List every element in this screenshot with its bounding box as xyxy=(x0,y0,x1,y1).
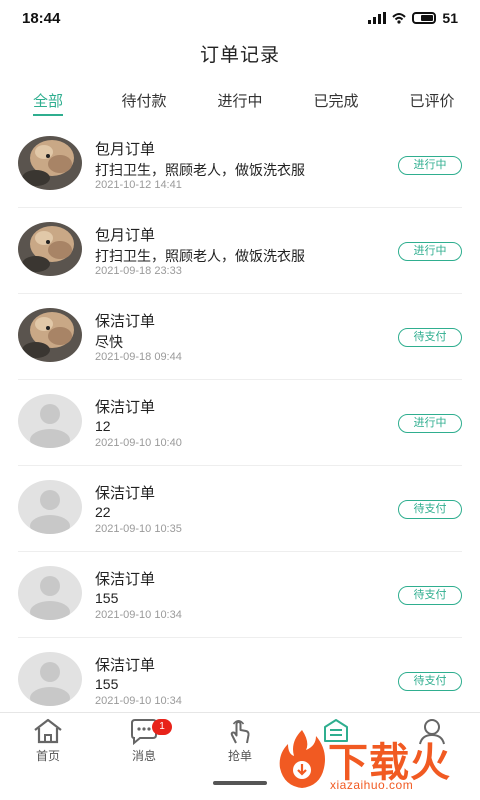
order-description: 打扫卫生，照顾老人，做饭洗衣服 xyxy=(95,248,305,264)
nav-messages[interactable]: 1 消息 xyxy=(114,717,174,764)
message-count-badge: 1 xyxy=(152,719,172,735)
tab-reviewed[interactable]: 已评价 xyxy=(392,90,472,111)
order-title: 保洁订单 xyxy=(95,571,156,588)
order-time: 2021-09-10 10:35 xyxy=(95,523,182,535)
order-title: 包月订单 xyxy=(95,227,156,244)
status-time: 18:44 xyxy=(22,10,61,27)
tab-completed[interactable]: 已完成 xyxy=(296,90,376,111)
order-avatar xyxy=(18,136,82,190)
status-badge[interactable]: 待支付 xyxy=(398,500,462,519)
order-title: 保洁订单 xyxy=(95,485,156,502)
watermark-subtext: xiazaihuo.com xyxy=(330,778,414,792)
order-row[interactable]: 保洁订单 155 2021-09-10 10:34 待支付 xyxy=(0,552,480,638)
order-description: 155 xyxy=(95,590,119,606)
order-title: 保洁订单 xyxy=(95,399,156,416)
tab-pending-payment[interactable]: 待付款 xyxy=(104,90,184,111)
order-avatar xyxy=(18,222,82,276)
nav-home-label: 首页 xyxy=(35,749,60,763)
status-badge[interactable]: 进行中 xyxy=(398,414,462,433)
nav-home[interactable]: 首页 xyxy=(18,717,78,764)
status-badge[interactable]: 进行中 xyxy=(398,242,462,261)
status-bar: 18:44 51 xyxy=(0,0,480,36)
order-description: 12 xyxy=(95,418,111,434)
tab-all[interactable]: 全部 xyxy=(8,90,88,111)
order-title: 包月订单 xyxy=(95,141,156,158)
order-time: 2021-10-12 14:41 xyxy=(95,179,182,191)
order-title: 保洁订单 xyxy=(95,657,156,674)
nav-grab-order[interactable]: 抢单 xyxy=(210,717,270,764)
active-tab-indicator xyxy=(33,114,63,116)
status-badge[interactable]: 待支付 xyxy=(398,586,462,605)
order-time: 2021-09-10 10:34 xyxy=(95,609,182,621)
order-title: 保洁订单 xyxy=(95,313,156,330)
nav-grab-order-label: 抢单 xyxy=(227,749,252,763)
signal-icon xyxy=(368,12,387,24)
default-avatar-icon xyxy=(18,394,82,448)
order-description: 22 xyxy=(95,504,111,520)
status-badge[interactable]: 待支付 xyxy=(398,328,462,347)
tab-in-progress[interactable]: 进行中 xyxy=(200,90,280,111)
order-row[interactable]: 包月订单 打扫卫生，照顾老人，做饭洗衣服 2021-09-18 23:33 进行… xyxy=(0,208,480,294)
home-icon xyxy=(34,718,62,744)
wifi-icon xyxy=(392,13,407,24)
default-avatar-icon xyxy=(18,566,82,620)
order-description: 尽快 xyxy=(95,334,123,350)
battery-level: 51 xyxy=(442,10,458,26)
default-avatar-icon xyxy=(18,652,82,706)
order-description: 打扫卫生，照顾老人，做饭洗衣服 xyxy=(95,162,305,178)
default-avatar-icon xyxy=(18,480,82,534)
page-title: 订单记录 xyxy=(199,45,280,66)
watermark-logo: 下载火 xiazaihuo.com xyxy=(272,726,472,796)
order-row[interactable]: 包月订单 打扫卫生，照顾老人，做饭洗衣服 2021-10-12 14:41 进行… xyxy=(0,122,480,208)
nav-messages-label: 消息 xyxy=(131,749,156,763)
flame-icon xyxy=(279,730,325,788)
home-indicator[interactable] xyxy=(213,781,267,785)
order-tabs: 全部 待付款 进行中 已完成 已评价 xyxy=(0,84,480,120)
order-row[interactable]: 保洁订单 尽快 2021-09-18 09:44 待支付 xyxy=(0,294,480,380)
order-avatar xyxy=(18,308,82,362)
order-row[interactable]: 保洁订单 12 2021-09-10 10:40 进行中 xyxy=(0,380,480,466)
order-description: 155 xyxy=(95,676,119,692)
order-time: 2021-09-10 10:34 xyxy=(95,695,182,707)
status-badge[interactable]: 待支付 xyxy=(398,672,462,691)
status-icons: 51 xyxy=(368,10,458,26)
order-time: 2021-09-18 23:33 xyxy=(95,265,182,277)
order-time: 2021-09-18 09:44 xyxy=(95,351,182,363)
order-row[interactable]: 保洁订单 22 2021-09-10 10:35 待支付 xyxy=(0,466,480,552)
battery-icon xyxy=(412,12,437,24)
status-badge[interactable]: 进行中 xyxy=(398,156,462,175)
tap-hand-icon xyxy=(230,719,250,744)
order-time: 2021-09-10 10:40 xyxy=(95,437,182,449)
